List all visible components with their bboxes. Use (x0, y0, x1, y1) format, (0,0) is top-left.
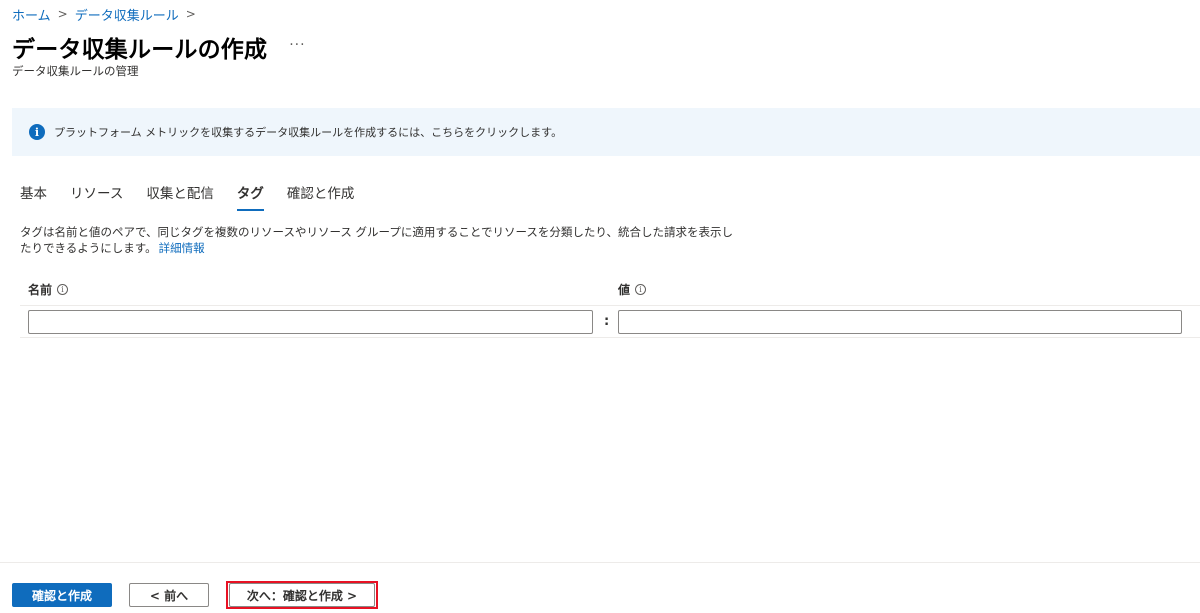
tag-table: 名前 i 値 i : (20, 276, 1200, 338)
footer-bar: 確認と作成 < 前へ 次へ：確認と作成 > (0, 562, 1200, 613)
value-column-header: 値 i (618, 281, 647, 298)
breadcrumb: ホーム > データ収集ルール > (12, 5, 203, 24)
more-options-icon[interactable]: ··· (289, 37, 305, 53)
tags-description: タグは名前と値のペアで、同じタグを複数のリソースやリソース グループに適用するこ… (20, 224, 740, 256)
info-banner: i プラットフォーム メトリックを収集するデータ収集ルールを作成するには、こちら… (12, 108, 1200, 156)
name-column-label: 名前 (28, 283, 53, 297)
previous-button[interactable]: < 前へ (129, 583, 209, 607)
page-title: データ収集ルールの作成 (12, 37, 268, 63)
name-column-header: 名前 i (28, 281, 69, 298)
page-subtitle: データ収集ルールの管理 (12, 64, 139, 78)
learn-more-link[interactable]: 詳細情報 (159, 241, 205, 255)
chevron-right-icon: > (185, 7, 196, 21)
tab-tags[interactable]: タグ (236, 183, 264, 211)
tab-basics[interactable]: 基本 (20, 183, 47, 211)
tag-value-input[interactable] (618, 310, 1182, 334)
info-hint-icon[interactable]: i (635, 284, 647, 295)
tab-resources[interactable]: リソース (70, 183, 123, 211)
next-review-create-button[interactable]: 次へ：確認と作成 > (229, 583, 375, 607)
info-hint-icon[interactable]: i (57, 284, 69, 295)
tag-table-header: 名前 i 値 i (20, 276, 1200, 306)
tag-name-input[interactable] (28, 310, 593, 334)
value-column-label: 値 (618, 283, 631, 297)
breadcrumb-home[interactable]: ホーム (12, 5, 51, 24)
tab-review-create[interactable]: 確認と作成 (287, 183, 355, 211)
tag-separator: : (604, 314, 610, 329)
tab-collect-deliver[interactable]: 収集と配信 (146, 183, 214, 211)
banner-link-text[interactable]: プラットフォーム メトリックを収集するデータ収集ルールを作成するには、こちらをク… (54, 124, 562, 140)
info-icon: i (29, 124, 45, 140)
chevron-right-icon: > (57, 7, 68, 21)
tab-bar: 基本 リソース 収集と配信 タグ 確認と作成 (20, 183, 377, 213)
tags-description-text: タグは名前と値のペアで、同じタグを複数のリソースやリソース グループに適用するこ… (20, 225, 733, 255)
tag-row: : (20, 306, 1200, 338)
review-create-button[interactable]: 確認と作成 (12, 583, 112, 607)
title-row: データ収集ルールの作成 ··· (12, 31, 306, 63)
breadcrumb-data-collection-rules[interactable]: データ収集ルール (75, 5, 179, 24)
